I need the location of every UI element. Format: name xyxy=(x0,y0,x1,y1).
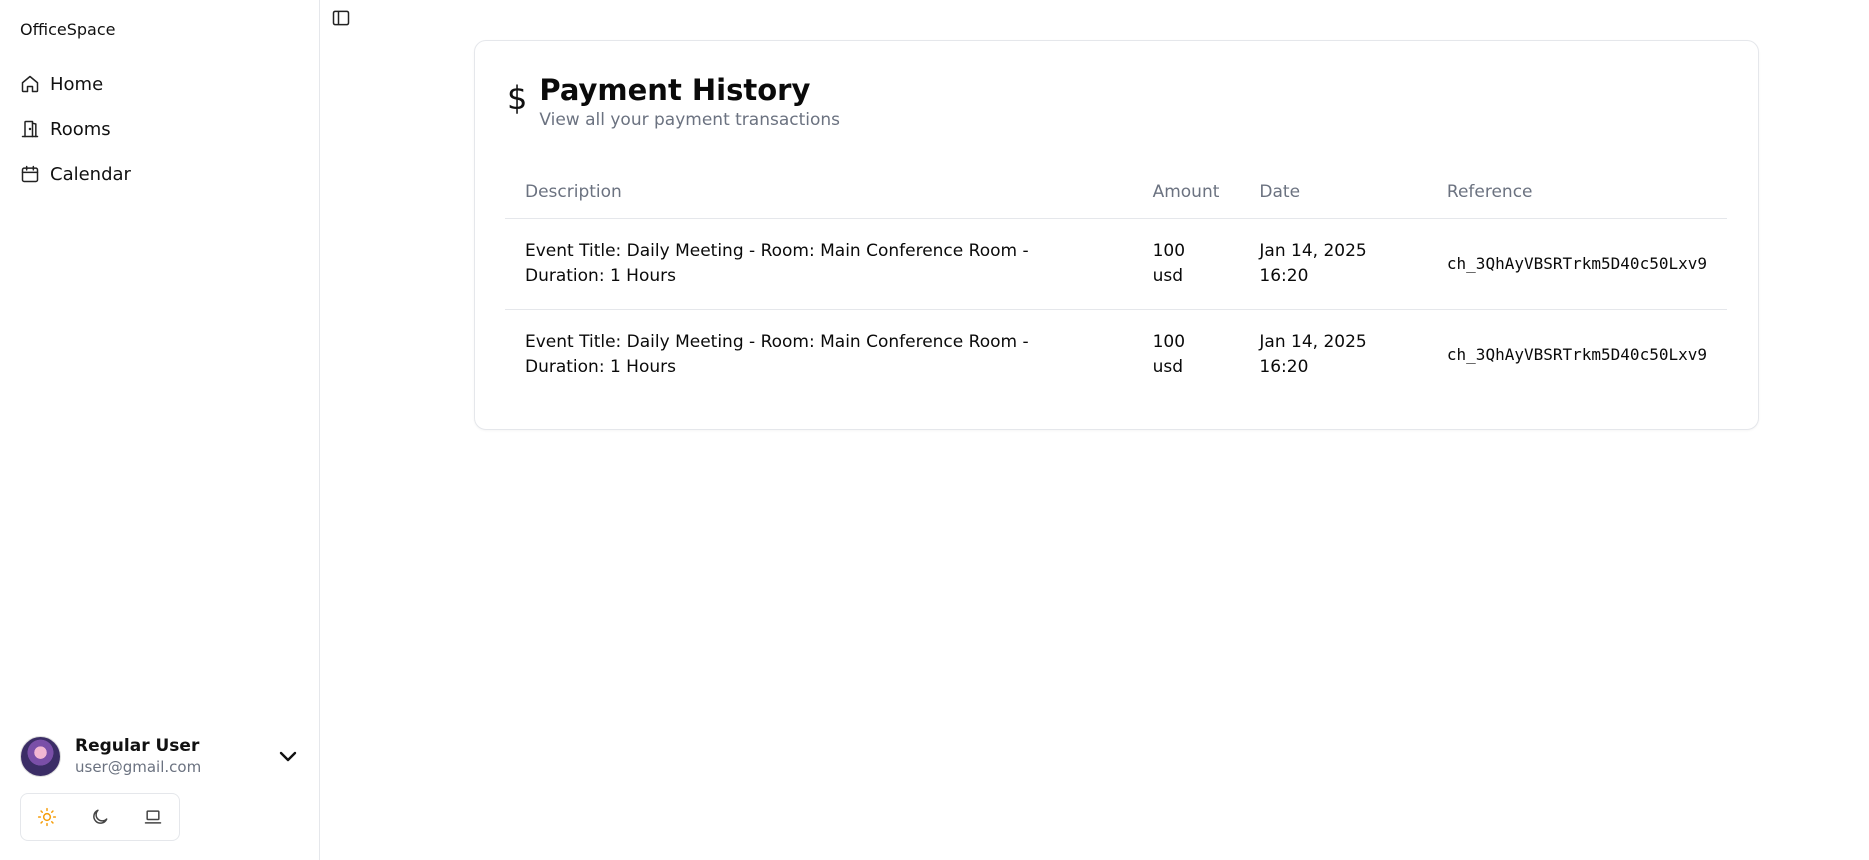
avatar xyxy=(20,735,61,777)
brand-name[interactable]: OfficeSpace xyxy=(20,20,115,39)
user-menu[interactable]: Regular User user@gmail.com xyxy=(20,733,300,779)
sidebar-item-label: Rooms xyxy=(50,118,111,140)
amount-value: 100 xyxy=(1152,331,1186,352)
theme-switcher xyxy=(20,793,180,841)
amount-value: 100 xyxy=(1152,240,1186,261)
column-header-description: Description xyxy=(505,166,1133,219)
home-icon xyxy=(20,74,40,94)
table-header-row: Description Amount Date Reference xyxy=(505,166,1727,219)
laptop-icon[interactable] xyxy=(140,804,166,830)
column-header-reference: Reference xyxy=(1426,166,1727,219)
row-description: Event Title: Daily Meeting - Room: Main … xyxy=(525,331,1029,377)
amount-currency: usd xyxy=(1152,265,1184,286)
table-row: Event Title: Daily Meeting - Room: Main … xyxy=(505,218,1727,310)
row-description: Event Title: Daily Meeting - Room: Main … xyxy=(505,218,1133,310)
sidebar-toggle-icon[interactable] xyxy=(331,8,351,28)
date-day: Jan 14, 2025 xyxy=(1259,331,1367,352)
row-date: Jan 14, 2025 16:20 xyxy=(1239,309,1427,400)
page-subtitle: View all your payment transactions xyxy=(539,110,841,130)
sidebar-item-rooms[interactable]: Rooms xyxy=(14,109,304,149)
calendar-icon xyxy=(20,164,40,184)
sidebar: OfficeSpace Home Rooms Calendar Regular … xyxy=(0,0,320,860)
row-reference: ch_3QhAyVBSRTrkm5D40c50Lxv9 xyxy=(1426,218,1727,310)
sidebar-item-label: Calendar xyxy=(50,163,131,185)
sun-icon[interactable] xyxy=(34,804,60,830)
user-info: Regular User user@gmail.com xyxy=(75,735,201,777)
moon-icon[interactable] xyxy=(87,804,113,830)
sidebar-item-calendar[interactable]: Calendar xyxy=(14,154,304,194)
date-day: Jan 14, 2025 xyxy=(1259,240,1367,261)
sidebar-item-home[interactable]: Home xyxy=(14,64,304,104)
dollar-icon: $ xyxy=(507,79,528,117)
payment-history-card: $ Payment History View all your payment … xyxy=(474,40,1759,430)
door-icon xyxy=(20,119,40,139)
table-row: Event Title: Daily Meeting - Room: Main … xyxy=(505,309,1727,400)
payments-table: Description Amount Date Reference Event … xyxy=(505,166,1727,400)
row-amount: 100 usd xyxy=(1132,218,1240,310)
user-email: user@gmail.com xyxy=(75,758,202,776)
chevron-down-icon[interactable] xyxy=(276,744,300,768)
amount-currency: usd xyxy=(1152,356,1184,377)
row-reference: ch_3QhAyVBSRTrkm5D40c50Lxv9 xyxy=(1446,345,1707,365)
date-time: 16:20 xyxy=(1259,265,1309,286)
sidebar-nav: Home Rooms Calendar xyxy=(14,64,304,199)
column-header-date: Date xyxy=(1239,166,1427,219)
sidebar-item-label: Home xyxy=(50,73,104,95)
date-time: 16:20 xyxy=(1259,356,1309,377)
page-title: Payment History xyxy=(539,73,811,107)
user-name: Regular User xyxy=(75,736,200,756)
row-date: Jan 14, 2025 16:20 xyxy=(1239,218,1427,310)
card-header: $ Payment History View all your payment … xyxy=(507,71,840,131)
column-header-amount: Amount xyxy=(1132,166,1240,219)
row-amount: 100 usd xyxy=(1133,309,1240,400)
